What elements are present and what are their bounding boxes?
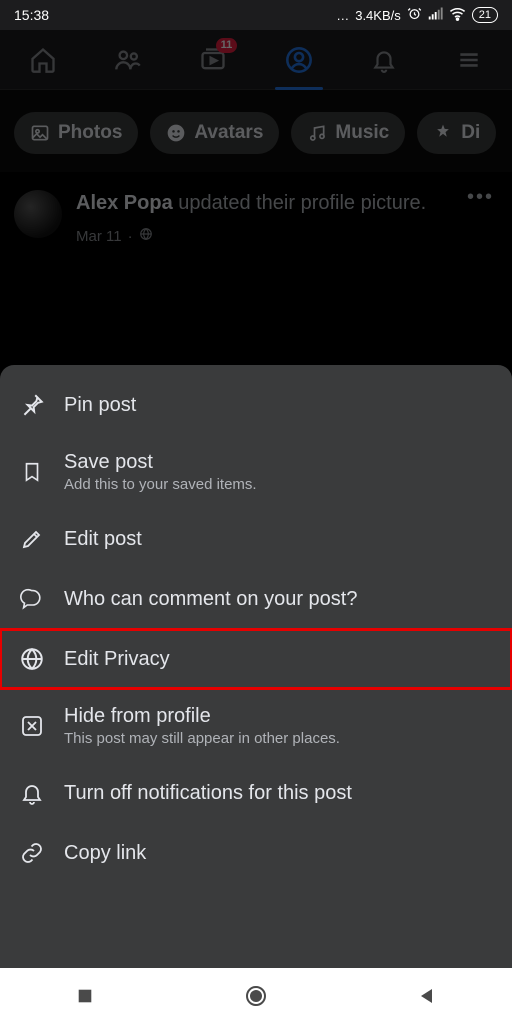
avatar[interactable] [14, 190, 62, 238]
tab-menu[interactable] [439, 30, 499, 90]
nav-back[interactable] [407, 976, 447, 1016]
pin-icon [18, 391, 46, 419]
chip-avatars-label: Avatars [194, 122, 263, 144]
top-tab-bar: 11 [0, 30, 512, 90]
sheet-edit-post[interactable]: Edit post [0, 509, 512, 569]
chip-avatars[interactable]: Avatars [150, 112, 279, 154]
sheet-hide-sub: This post may still appear in other plac… [64, 730, 340, 747]
battery-indicator: 21 [472, 7, 498, 23]
alarm-icon [407, 6, 422, 24]
post-options-button[interactable]: ••• [467, 186, 494, 209]
comment-icon [18, 585, 46, 613]
post-action-sheet: Pin post Save post Add this to your save… [0, 365, 512, 968]
sheet-copy-link[interactable]: Copy link [0, 823, 512, 883]
chip-did-label: Di [461, 122, 480, 144]
x-box-icon [18, 712, 46, 740]
status-time: 15:38 [14, 7, 336, 23]
post-date: Mar 11 [76, 227, 122, 247]
bookmark-icon [18, 458, 46, 486]
tab-notifications[interactable] [354, 30, 414, 90]
sheet-save-post[interactable]: Save post Add this to your saved items. [0, 435, 512, 509]
status-bar: 15:38 … 3.4KB/s 21 [0, 0, 512, 30]
sheet-turn-off-notifications[interactable]: Turn off notifications for this post [0, 763, 512, 823]
sheet-who-comment[interactable]: Who can comment on your post? [0, 569, 512, 629]
post: Alex Popa updated their profile picture.… [0, 172, 512, 287]
profile-chips-row: Photos Avatars Music Di [0, 90, 512, 172]
pencil-icon [18, 525, 46, 553]
tab-home[interactable] [13, 30, 73, 90]
nav-recent[interactable] [65, 976, 105, 1016]
sheet-copy-label: Copy link [64, 842, 146, 865]
chip-photos[interactable]: Photos [14, 112, 138, 154]
sheet-hide-profile[interactable]: Hide from profile This post may still ap… [0, 689, 512, 763]
sheet-hide-label: Hide from profile [64, 705, 340, 728]
watch-badge: 11 [216, 38, 238, 53]
nav-home[interactable] [236, 976, 276, 1016]
globe-icon [139, 227, 153, 247]
tab-friends[interactable] [98, 30, 158, 90]
sheet-edit-privacy[interactable]: Edit Privacy [0, 629, 512, 689]
sheet-edit-label: Edit post [64, 528, 142, 551]
sheet-pin-post[interactable]: Pin post [0, 375, 512, 435]
chip-did[interactable]: Di [417, 112, 496, 154]
sheet-notif-label: Turn off notifications for this post [64, 782, 352, 805]
net-speed: 3.4KB/s [355, 8, 401, 23]
post-author[interactable]: Alex Popa [76, 192, 173, 214]
chip-photos-label: Photos [58, 122, 122, 144]
sheet-save-sub: Add this to your saved items. [64, 476, 257, 493]
post-action: updated their profile picture. [178, 192, 426, 214]
globe-icon [18, 645, 46, 673]
sheet-privacy-label: Edit Privacy [64, 648, 170, 671]
sheet-pin-label: Pin post [64, 394, 136, 417]
sheet-save-label: Save post [64, 451, 257, 474]
tab-watch[interactable]: 11 [183, 30, 243, 90]
bell-icon [18, 779, 46, 807]
chip-music[interactable]: Music [291, 112, 405, 154]
post-meta: Mar 11 · [76, 227, 498, 247]
android-nav-bar [0, 968, 512, 1024]
tab-profile[interactable] [269, 30, 329, 90]
sheet-comment-label: Who can comment on your post? [64, 588, 357, 611]
wifi-icon [449, 6, 466, 24]
dimmed-background: 11 Photos Avatars Music Di [0, 30, 512, 287]
post-text: Alex Popa updated their profile picture.… [76, 190, 498, 247]
dots-icon: … [336, 8, 349, 23]
status-right: … 3.4KB/s 21 [336, 6, 498, 24]
chip-music-label: Music [335, 122, 389, 144]
signal-icon [428, 6, 443, 24]
link-icon [18, 839, 46, 867]
